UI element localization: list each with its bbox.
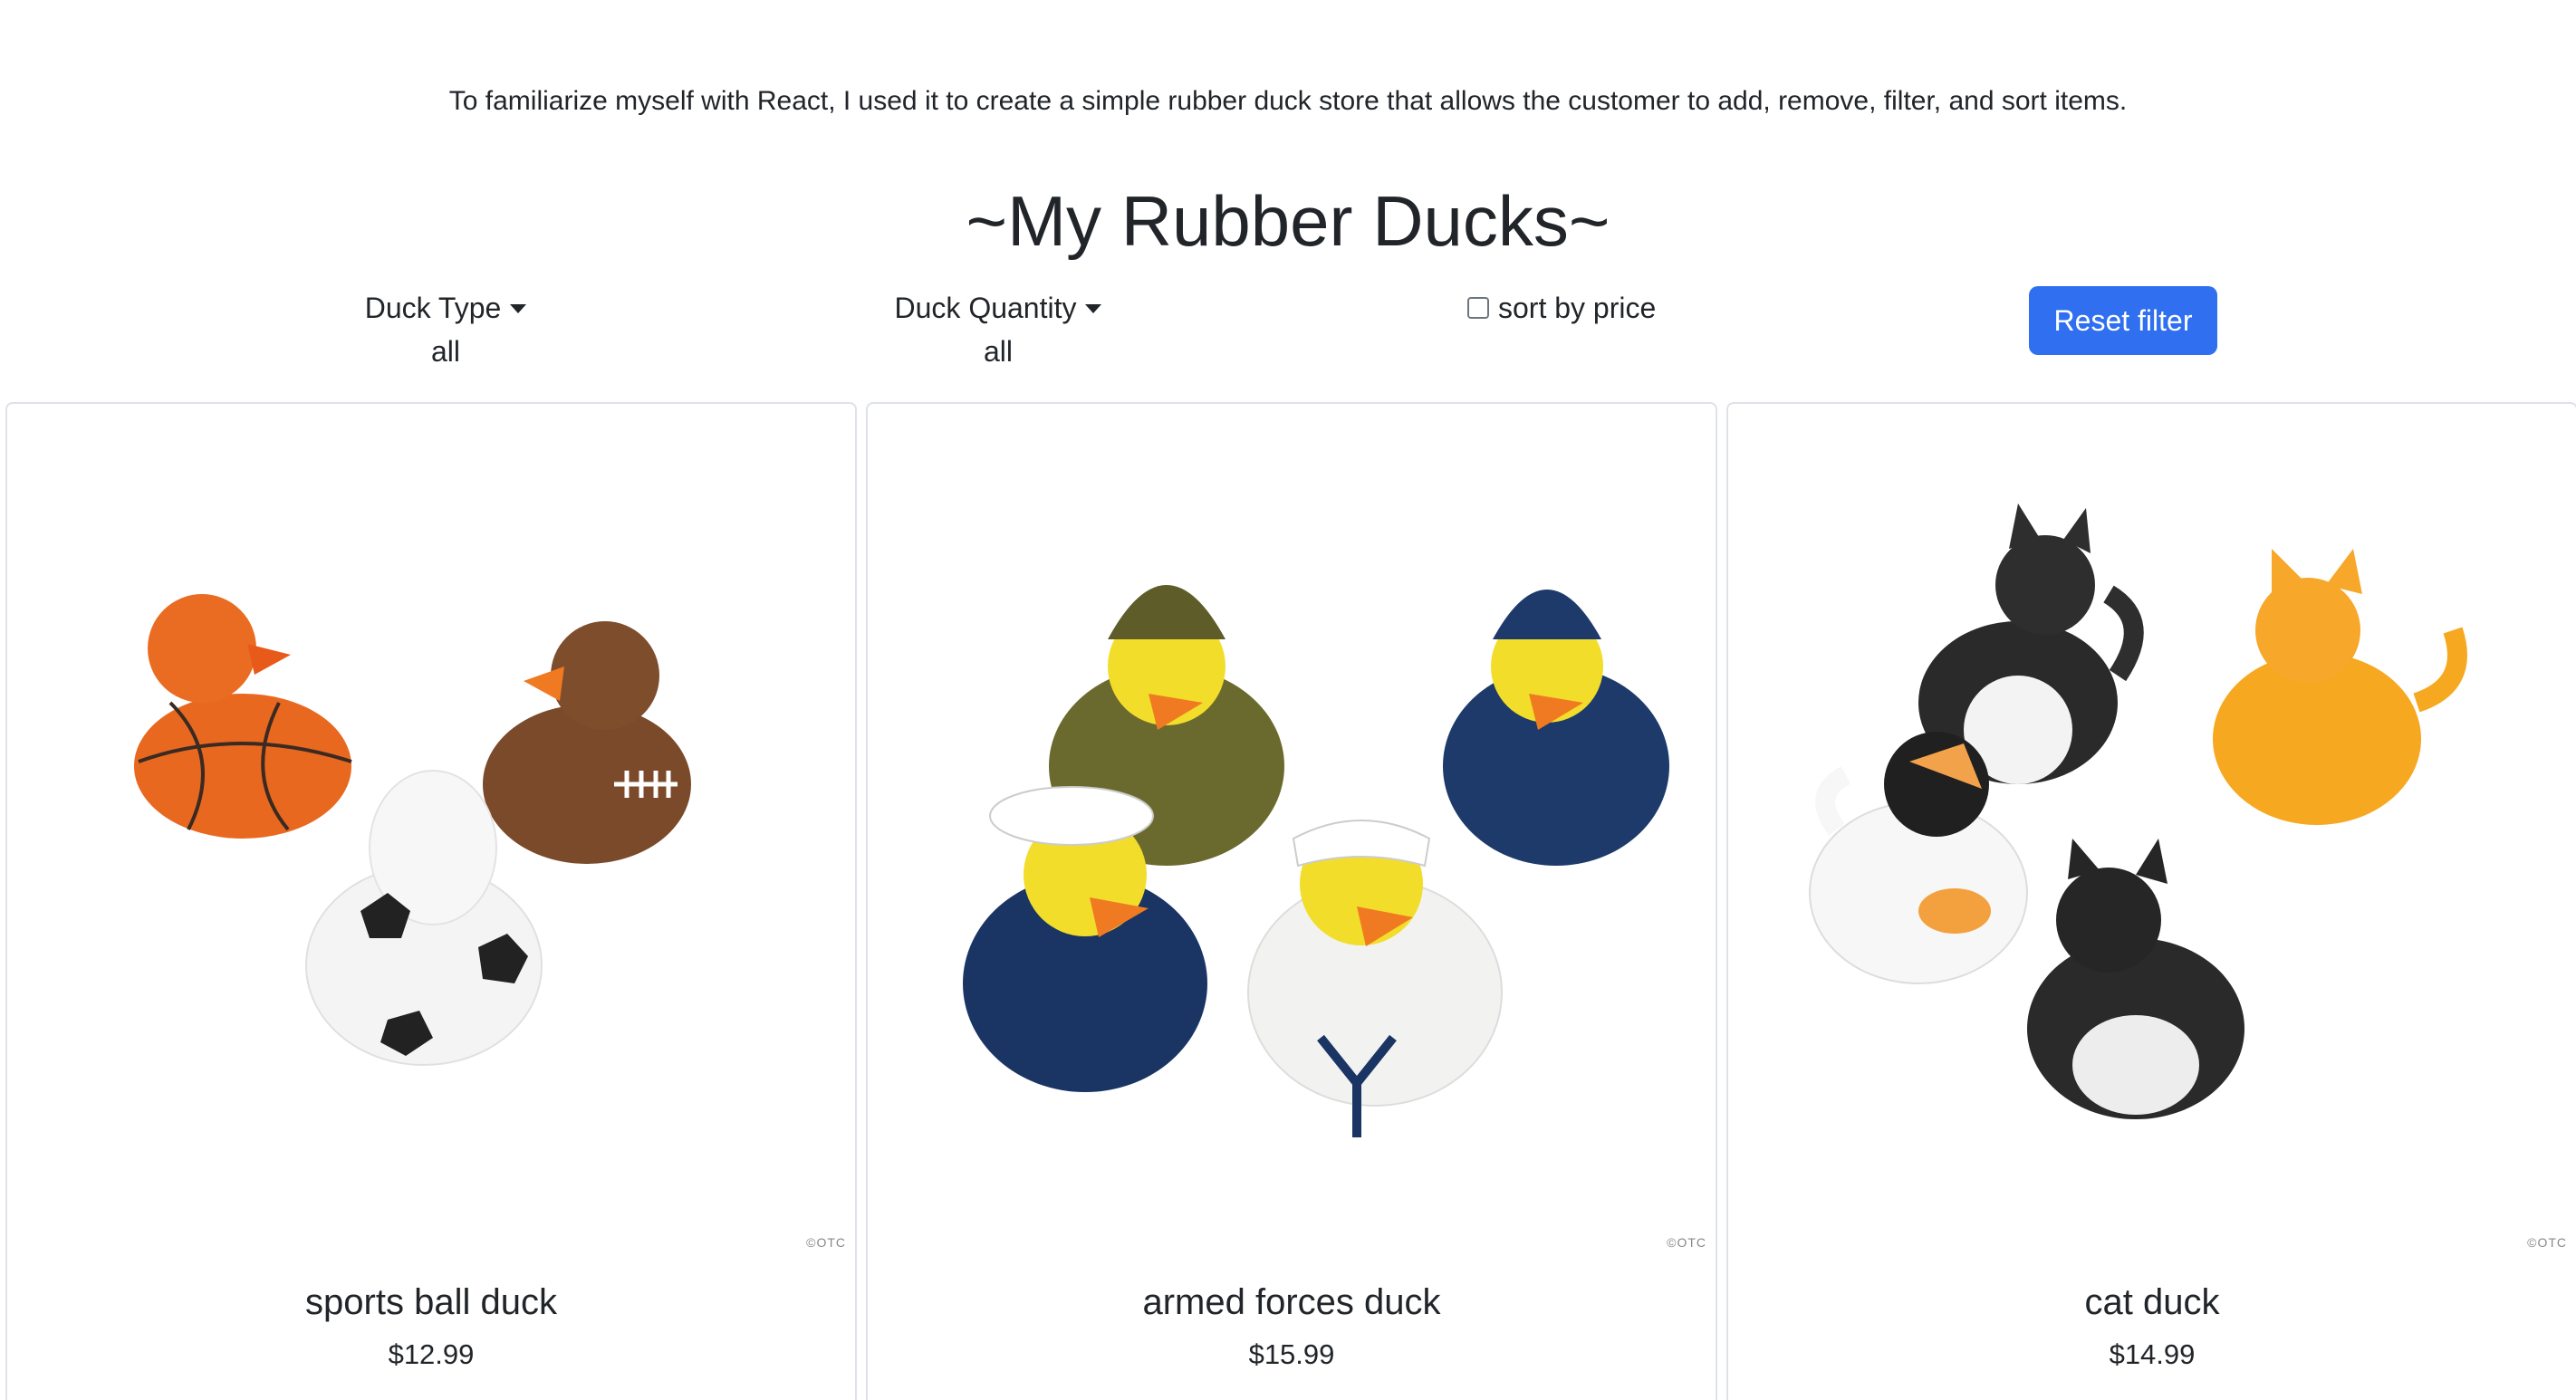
product-image-armed-forces-duck	[868, 404, 1716, 1255]
duck-quantity-dropdown[interactable]: Duck Quantity	[895, 288, 1102, 328]
product-price: $12.99	[388, 1338, 475, 1370]
duck-quantity-filter: Duck Quantity all	[888, 288, 1109, 371]
armed-forces-duck-image	[963, 585, 1669, 1137]
page-title: ~My Rubber Ducks~	[966, 181, 1610, 261]
page: To familiarize myself with React, I used…	[0, 0, 2576, 1400]
product-image-sports-ball-duck	[7, 404, 855, 1255]
chevron-down-icon	[1085, 304, 1102, 313]
product-name: sports ball duck	[305, 1282, 557, 1322]
sort-by-price-checkbox[interactable]	[1467, 297, 1489, 319]
duck-type-label: Duck Type	[364, 292, 502, 324]
product-image-cat-duck	[1728, 404, 2576, 1255]
sports-ball-duck-image	[134, 594, 691, 1066]
image-watermark: ©OTC	[2527, 1235, 2567, 1250]
product-name: cat duck	[2084, 1282, 2220, 1322]
duck-type-dropdown[interactable]: Duck Type	[365, 288, 527, 328]
cat-duck-image	[1809, 503, 2467, 1119]
intro-text: To familiarize myself with React, I used…	[448, 86, 2128, 116]
product-grid: ©OTC sports ball duck $12.99 ©OTC armed …	[5, 402, 2576, 1400]
product-card[interactable]: ©OTC armed forces duck $15.99	[866, 402, 1717, 1400]
image-watermark: ©OTC	[806, 1235, 846, 1250]
product-card[interactable]: ©OTC cat duck $14.99	[1726, 402, 2576, 1400]
duck-type-filter: Duck Type all	[355, 288, 536, 371]
duck-quantity-value: all	[983, 335, 1013, 368]
product-price: $14.99	[2109, 1338, 2196, 1370]
product-name: armed forces duck	[1142, 1282, 1441, 1322]
product-card[interactable]: ©OTC sports ball duck $12.99	[5, 402, 857, 1400]
product-price: $15.99	[1248, 1338, 1335, 1370]
sort-by-price-label: sort by price	[1498, 292, 1657, 324]
image-watermark: ©OTC	[1667, 1235, 1706, 1250]
reset-filter-button[interactable]: Reset filter	[2029, 286, 2217, 355]
sort-by-price-control[interactable]: sort by price	[1467, 288, 1656, 328]
chevron-down-icon	[510, 304, 527, 313]
duck-type-value: all	[430, 335, 460, 368]
duck-quantity-label: Duck Quantity	[894, 292, 1077, 324]
